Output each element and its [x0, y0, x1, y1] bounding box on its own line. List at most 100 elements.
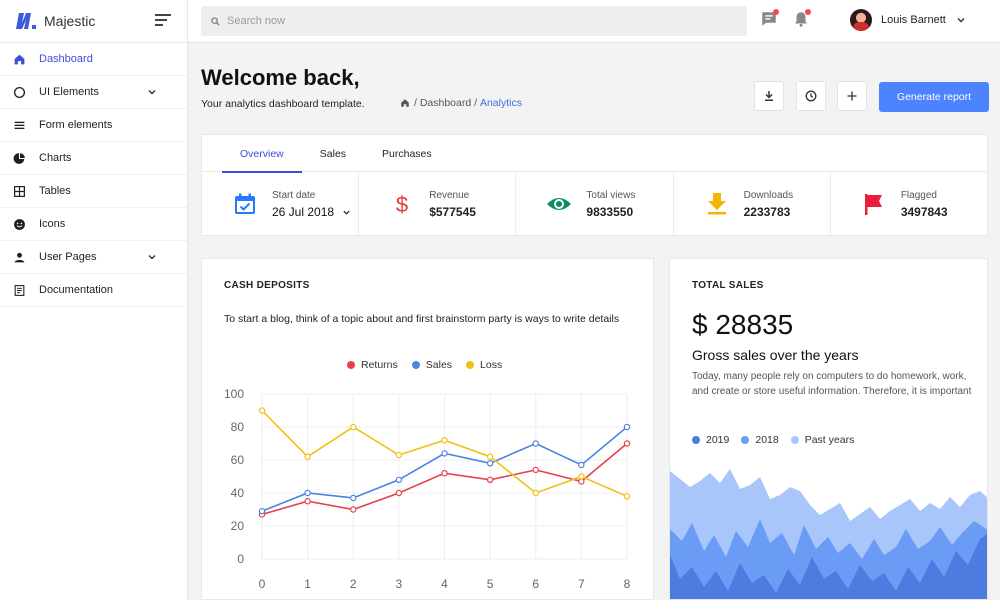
cash-deposits-card: CASH DEPOSITS To start a blog, think of …	[201, 258, 654, 600]
data-point	[623, 493, 631, 500]
eye-icon	[546, 191, 572, 217]
chevron-down-icon	[148, 255, 156, 260]
data-point	[486, 453, 494, 460]
messages-badge	[773, 9, 779, 15]
brand[interactable]: Majestic	[0, 0, 187, 43]
chevron-down-icon	[343, 210, 351, 215]
sidebar-item-label: Dashboard	[39, 53, 93, 65]
menu-toggle-icon[interactable]	[155, 14, 171, 28]
x-tick-label: 8	[624, 577, 631, 591]
legend-label: Returns	[361, 359, 398, 371]
breadcrumb: / Dashboard / Analytics	[400, 97, 522, 109]
tab-sales[interactable]: Sales	[302, 135, 364, 172]
legend-loss[interactable]: Loss	[466, 359, 502, 371]
topbar: Louis Barnett	[188, 0, 1000, 43]
sidebar: Majestic Dashboard UI Elements Form elem…	[0, 0, 188, 600]
sidebar-item-label: Form elements	[39, 119, 113, 131]
legend-dot	[790, 436, 799, 444]
document-icon	[12, 283, 26, 297]
user-menu[interactable]: Louis Barnett	[850, 9, 966, 31]
total-heading: Gross sales over the years	[692, 347, 859, 363]
data-point	[350, 494, 357, 502]
table-icon	[12, 184, 26, 198]
sidebar-item-label: Tables	[39, 185, 71, 197]
sidebar-item-icons[interactable]: Icons	[0, 208, 187, 241]
sidebar-item-label: Icons	[39, 218, 66, 230]
data-point	[441, 450, 448, 457]
sidebar-item-tables[interactable]: Tables	[0, 175, 187, 208]
page-subtitle: Your analytics dashboard template.	[201, 98, 365, 110]
x-tick-label: 2	[350, 577, 357, 591]
add-button[interactable]	[837, 81, 867, 111]
x-tick-label: 3	[396, 577, 403, 591]
x-tick-label: 7	[578, 577, 585, 591]
sidebar-item-charts[interactable]: Charts	[0, 142, 187, 175]
legend-dot	[466, 361, 475, 369]
tab-purchases[interactable]: Purchases	[364, 135, 450, 172]
notifications-icon[interactable]	[792, 9, 811, 28]
stat-value: 3497843	[900, 204, 948, 219]
legend-returns[interactable]: Returns	[347, 359, 398, 371]
majestic-logo-icon	[16, 13, 36, 29]
data-point	[623, 423, 631, 431]
history-button[interactable]	[796, 81, 826, 111]
sidebar-item-user-pages[interactable]: User Pages	[0, 241, 187, 274]
search-input[interactable]	[227, 15, 707, 27]
data-point	[486, 476, 494, 484]
sidebar-item-documentation[interactable]: Documentation	[0, 274, 187, 307]
user-name: Louis Barnett	[881, 14, 946, 26]
data-point	[258, 507, 266, 515]
card-title: TOTAL SALES	[692, 280, 764, 291]
data-point	[441, 469, 448, 477]
stat-label: Revenue	[429, 189, 470, 201]
stat-label: Flagged	[900, 189, 937, 201]
data-point	[486, 460, 494, 467]
sales-legend: 2019 2018 Past years	[692, 434, 866, 446]
tab-overview[interactable]: Overview	[222, 135, 302, 173]
stat-start-date[interactable]: Start date 26 Jul 2018	[202, 172, 360, 236]
stats-row: Start date 26 Jul 2018 $ Revenue $577545…	[202, 172, 987, 236]
search-icon	[211, 16, 220, 26]
download-button[interactable]	[754, 81, 784, 111]
legend-label: 2018	[755, 434, 779, 446]
legend-2019[interactable]: 2019	[692, 434, 729, 446]
sidebar-item-ui-elements[interactable]: UI Elements	[0, 76, 187, 109]
data-point	[578, 473, 585, 480]
data-point	[532, 440, 539, 447]
total-sales-area-chart	[670, 469, 987, 599]
sidebar-item-form-elements[interactable]: Form elements	[0, 109, 187, 142]
card-description: To start a blog, think of a topic about …	[224, 313, 620, 325]
avatar	[850, 9, 872, 31]
legend-sales[interactable]: Sales	[411, 359, 452, 371]
breadcrumb-analytics: Analytics	[479, 97, 522, 109]
sidebar-item-label: Charts	[39, 152, 72, 164]
circle-icon	[12, 85, 26, 99]
legend-dot	[411, 361, 420, 369]
breadcrumb-dashboard[interactable]: / Dashboard /	[414, 97, 477, 109]
messages-icon[interactable]	[760, 9, 779, 28]
flag-icon	[861, 191, 887, 217]
download-icon	[704, 191, 730, 217]
stat-revenue: $ Revenue $577545	[359, 172, 517, 236]
search-box[interactable]	[201, 6, 747, 36]
notifications-badge	[805, 9, 811, 15]
legend-dot	[692, 436, 700, 444]
data-point	[578, 461, 585, 469]
user-icon	[12, 250, 26, 264]
stat-value: 9833550	[586, 204, 634, 219]
data-point	[258, 407, 266, 414]
generate-report-button[interactable]: Generate report	[879, 82, 989, 112]
brand-name: Majestic	[44, 13, 96, 29]
legend-label: Loss	[480, 359, 503, 371]
home-icon[interactable]	[400, 98, 410, 108]
stat-value: $577545	[429, 204, 476, 219]
chevron-down-icon	[148, 90, 156, 95]
sidebar-item-dashboard[interactable]: Dashboard	[0, 43, 187, 76]
start-date-picker[interactable]: 26 Jul 2018	[272, 205, 351, 219]
sidebar-item-label: Documentation	[39, 284, 113, 296]
legend-dot	[741, 436, 750, 444]
legend-2018[interactable]: 2018	[741, 434, 779, 446]
legend-past-years[interactable]: Past years	[790, 434, 854, 446]
chevron-down-icon	[957, 18, 965, 23]
page-title: Welcome back,	[201, 65, 360, 90]
